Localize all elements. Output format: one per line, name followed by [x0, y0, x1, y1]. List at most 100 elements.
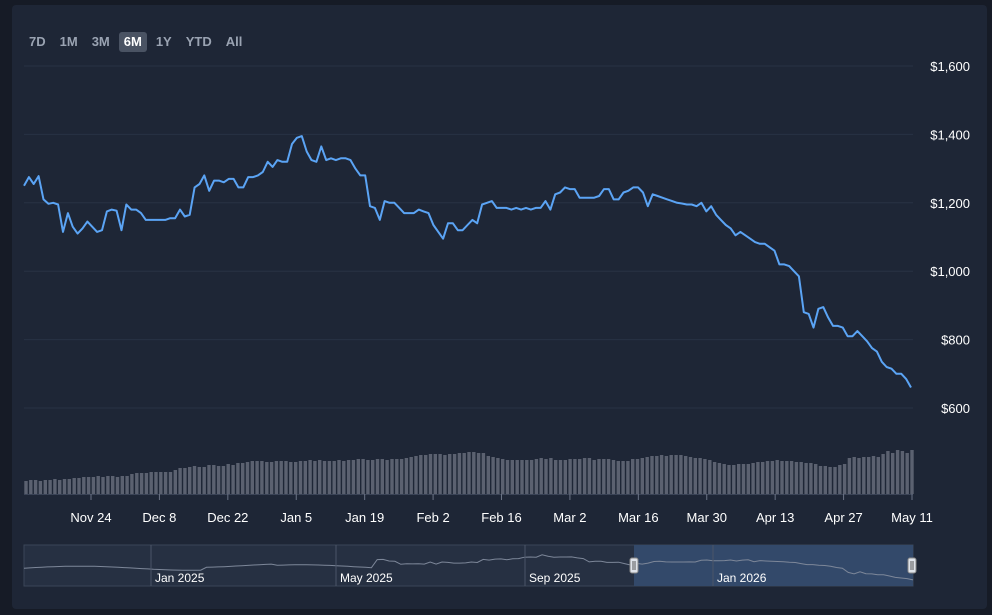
volume-bar [269, 462, 274, 494]
navigator-handle-right[interactable] [907, 557, 917, 574]
volume-bar [91, 477, 96, 494]
volume-bar [602, 459, 606, 494]
y-tick-label: $1,000 [930, 264, 970, 279]
volume-bar [621, 461, 625, 494]
volume-bar [616, 461, 620, 494]
volume-bar [544, 459, 548, 494]
volume-bar [688, 457, 693, 494]
volume-bar [549, 458, 553, 494]
volume-bar [375, 459, 380, 494]
volume-bar [279, 461, 283, 494]
volume-bar [481, 453, 486, 494]
volume-bar [385, 460, 389, 494]
volume-bar [106, 476, 110, 494]
volume-bar [139, 473, 144, 494]
volume-bar [303, 461, 307, 494]
volume-bar [135, 473, 139, 494]
x-tick-label: Apr 27 [824, 510, 862, 525]
volume-bar [274, 461, 279, 494]
volume-bar [462, 453, 466, 494]
volume-bar [192, 466, 197, 494]
volume-bar [669, 455, 673, 494]
volume-bar [789, 461, 794, 494]
x-tick-label: Feb 16 [481, 510, 521, 525]
x-tick-label: Jan 5 [280, 510, 312, 525]
volume-bar [818, 466, 823, 494]
volume-bar [125, 476, 129, 494]
volume-bar [260, 461, 264, 494]
volume-bar [558, 460, 563, 494]
navigator[interactable]: Jan 2025 May 2025 Sep 2025 Jan 2026 [23, 544, 917, 587]
volume-bar [298, 461, 303, 494]
volume-bar [727, 465, 731, 494]
volume-bar [520, 460, 524, 494]
y-tick-label: $1,200 [930, 196, 970, 211]
volume-bar [48, 480, 52, 494]
x-tick-label: Apr 13 [756, 510, 794, 525]
volume-bar [611, 460, 616, 494]
x-tick-label: Dec 22 [207, 510, 248, 525]
navigator-selection[interactable] [634, 545, 913, 586]
volume-bar [284, 461, 288, 494]
volume-bar [693, 458, 697, 494]
volume-bar [529, 460, 534, 494]
volume-bar [255, 461, 259, 494]
price-line [23, 135, 912, 388]
navigator-label: Jan 2025 [155, 571, 205, 585]
volume-bar [467, 452, 471, 494]
volume-bar [501, 459, 505, 494]
volume-bar [236, 463, 240, 494]
volume-bar [679, 455, 683, 494]
volume-bar [130, 474, 134, 494]
volume-bar [573, 459, 577, 494]
volume-bar [746, 464, 750, 494]
grid [24, 65, 913, 409]
volume-bar [505, 460, 510, 494]
volume-bar [419, 455, 423, 494]
volume-bar [606, 459, 611, 494]
volume-bar [38, 481, 43, 494]
volume-bar [168, 472, 173, 494]
volume-bar [626, 461, 630, 494]
volume-bar [717, 463, 722, 494]
volume-bar [120, 476, 124, 494]
volume-bar [428, 454, 433, 494]
y-axis: $600 $800 $1,000 $1,200 $1,400 $1,600 [930, 59, 970, 416]
volume-bar [703, 459, 707, 494]
volume-bar [149, 472, 153, 494]
volume-bar [770, 461, 775, 494]
volume-bar [154, 472, 158, 494]
volume-bar [380, 459, 384, 494]
volume-bar [414, 456, 418, 494]
navigator-handle-left[interactable] [629, 557, 639, 574]
volume-bar [163, 472, 168, 494]
volume-bar [756, 462, 760, 494]
volume-bar [472, 452, 476, 494]
volume-bar [578, 459, 582, 494]
volume-bar [178, 468, 182, 494]
volume-bar [438, 454, 442, 494]
volume-bar [231, 465, 235, 494]
volume-bar [775, 460, 779, 494]
volume-bar [62, 479, 67, 494]
volume-bar [568, 459, 572, 494]
volume-bar [496, 458, 500, 494]
volume-bar [351, 460, 356, 494]
volume-bar [804, 463, 808, 494]
volume-bar [833, 467, 837, 494]
volume-bar [871, 456, 876, 494]
volume-bar [173, 470, 177, 494]
volume-bar [395, 459, 399, 494]
volume-bar [250, 461, 254, 494]
volume-bar [842, 464, 847, 494]
volume-bar [761, 462, 765, 494]
volume-bar [289, 462, 293, 494]
volume-bar [515, 460, 519, 494]
volume-bar [476, 453, 481, 494]
volume-bar [322, 461, 327, 494]
volume-bar [910, 450, 914, 494]
volume-bar [337, 460, 341, 494]
volume-bar [96, 476, 100, 494]
volume-bar [650, 456, 654, 494]
volume-bar [708, 460, 712, 494]
